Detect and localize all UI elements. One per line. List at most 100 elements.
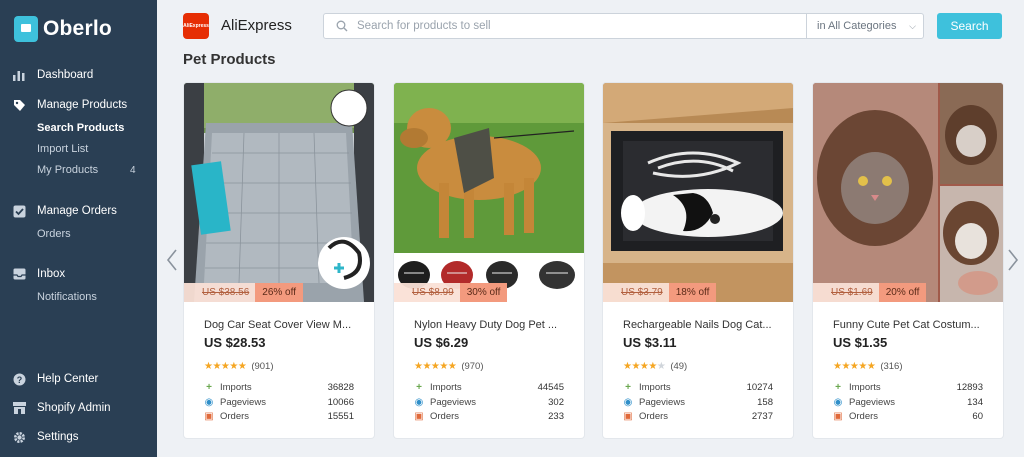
old-price: US $1.69 (813, 283, 879, 302)
stat-pageviews: ◉ Pageviews 302 (414, 397, 564, 408)
review-count: (970) (461, 361, 484, 372)
price-tag: US $1.69 20% off (813, 283, 927, 302)
price-tag: US $38.56 26% off (184, 283, 303, 302)
help-icon: ? (12, 372, 26, 386)
sidebar-item-settings[interactable]: Settings (12, 430, 79, 444)
product-price: US $28.53 (204, 335, 266, 350)
search-bar: in All Categories ⌵ (323, 13, 924, 39)
supplier-name: AliExpress (221, 17, 292, 34)
sidebar-item-label: Dashboard (37, 69, 94, 81)
sidebar-item-dashboard[interactable]: Dashboard (12, 68, 93, 82)
product-title[interactable]: Funny Cute Pet Cat Costum... (833, 319, 991, 331)
chevron-left-icon[interactable] (165, 248, 179, 272)
sidebar-item-orders[interactable]: Orders (37, 228, 71, 240)
stat-orders: ▣ Orders 60 (833, 411, 983, 422)
stat-orders: ▣ Orders 15551 (204, 411, 354, 422)
plus-icon: + (206, 382, 212, 393)
search-icon (336, 20, 348, 32)
sidebar-item-manage-orders[interactable]: Manage Orders (12, 204, 117, 218)
gear-icon (12, 430, 26, 444)
product-image-car-seat-cover[interactable]: US $38.56 26% off (184, 83, 374, 302)
product-price: US $3.11 (623, 335, 677, 350)
chevron-right-icon[interactable] (1006, 248, 1020, 272)
oberlo-logo[interactable]: Oberlo (14, 16, 112, 42)
eye-icon: ◉ (204, 397, 214, 408)
category-value: in All Categories (817, 20, 897, 32)
section-title: Pet Products (183, 51, 276, 68)
review-count: (49) (670, 361, 688, 372)
orders-icon: ▣ (204, 411, 214, 422)
sidebar-item-label: Help Center (37, 373, 99, 385)
rating-stars: ★★★★★ (49) (623, 361, 688, 372)
discount-badge: 26% off (255, 283, 303, 302)
product-title[interactable]: Rechargeable Nails Dog Cat... (623, 319, 781, 331)
product-title[interactable]: Dog Car Seat Cover View M... (204, 319, 362, 331)
rating-stars: ★★★★★ (901) (204, 361, 274, 372)
store-icon (12, 401, 26, 415)
chevron-down-icon: ⌵ (909, 21, 916, 31)
sidebar-item-help-center[interactable]: ? Help Center (12, 372, 98, 386)
stat-imports: + Imports 10274 (623, 382, 773, 393)
product-card[interactable]: US $38.56 26% off Dog Car Seat Cover Vie… (184, 83, 374, 438)
plus-icon: + (835, 382, 841, 393)
sidebar: Oberlo Dashboard Manage Products Search … (0, 0, 157, 457)
stat-pageviews: ◉ Pageviews 10066 (204, 397, 354, 408)
sidebar-item-manage-products[interactable]: Manage Products (12, 98, 127, 112)
discount-badge: 20% off (878, 283, 927, 302)
oberlo-tag-icon (14, 16, 38, 42)
review-count: (316) (880, 361, 903, 372)
product-title[interactable]: Nylon Heavy Duty Dog Pet ... (414, 319, 572, 331)
rating-stars: ★★★★★ (316) (833, 361, 903, 372)
price-tag: US $3.79 18% off (603, 283, 717, 302)
eye-icon: ◉ (623, 397, 633, 408)
sidebar-item-label: Shopify Admin (37, 402, 111, 414)
discount-badge: 30% off (459, 283, 508, 302)
sidebar-item-shopify-admin[interactable]: Shopify Admin (12, 401, 111, 415)
tag-icon (12, 98, 26, 112)
product-image-cat-costume[interactable]: US $1.69 20% off (813, 83, 1003, 302)
stat-orders: ▣ Orders 2737 (623, 411, 773, 422)
discount-badge: 18% off (668, 283, 717, 302)
plus-icon: + (625, 382, 631, 393)
inbox-icon (12, 267, 26, 281)
bar-chart-icon (12, 68, 26, 82)
orders-icon: ▣ (414, 411, 424, 422)
product-card[interactable]: US $8.99 30% off Nylon Heavy Duty Dog Pe… (394, 83, 584, 438)
stat-orders: ▣ Orders 233 (414, 411, 564, 422)
old-price: US $3.79 (603, 283, 669, 302)
product-image-nail-grinder[interactable]: US $3.79 18% off (603, 83, 793, 302)
sidebar-item-import-list[interactable]: Import List (37, 143, 88, 155)
eye-icon: ◉ (833, 397, 843, 408)
sidebar-item-my-products[interactable]: My Products (37, 164, 98, 176)
stat-pageviews: ◉ Pageviews 134 (833, 397, 983, 408)
checkbox-icon (12, 204, 26, 218)
aliexpress-logo: AliExpress (183, 13, 209, 39)
search-button[interactable]: Search (937, 13, 1002, 39)
orders-icon: ▣ (833, 411, 843, 422)
sidebar-item-label: Manage Orders (37, 205, 117, 217)
product-card[interactable]: US $1.69 20% off Funny Cute Pet Cat Cost… (813, 83, 1003, 438)
review-count: (901) (251, 361, 274, 372)
stat-imports: + Imports 36828 (204, 382, 354, 393)
sidebar-item-label: Manage Products (37, 99, 128, 111)
sidebar-item-search-products[interactable]: Search Products (37, 122, 124, 134)
product-image-dog-harness[interactable]: US $8.99 30% off (394, 83, 584, 302)
app-name: Oberlo (43, 17, 112, 40)
plus-icon: + (416, 382, 422, 393)
sidebar-item-label: Settings (37, 431, 79, 443)
product-price: US $1.35 (833, 335, 888, 350)
sidebar-item-notifications[interactable]: Notifications (37, 291, 97, 303)
sidebar-item-inbox[interactable]: Inbox (12, 267, 65, 281)
old-price: US $8.99 (394, 283, 460, 302)
orders-icon: ▣ (623, 411, 633, 422)
eye-icon: ◉ (414, 397, 424, 408)
sidebar-item-label: Inbox (37, 268, 66, 280)
my-products-count: 4 (130, 165, 136, 176)
stat-imports: + Imports 44545 (414, 382, 564, 393)
stat-imports: + Imports 12893 (833, 382, 983, 393)
old-price: US $38.56 (184, 283, 256, 302)
search-input[interactable] (357, 15, 797, 37)
product-card[interactable]: US $3.79 18% off Rechargeable Nails Dog … (603, 83, 793, 438)
product-price: US $6.29 (414, 335, 469, 350)
category-select[interactable]: in All Categories ⌵ (806, 14, 924, 38)
